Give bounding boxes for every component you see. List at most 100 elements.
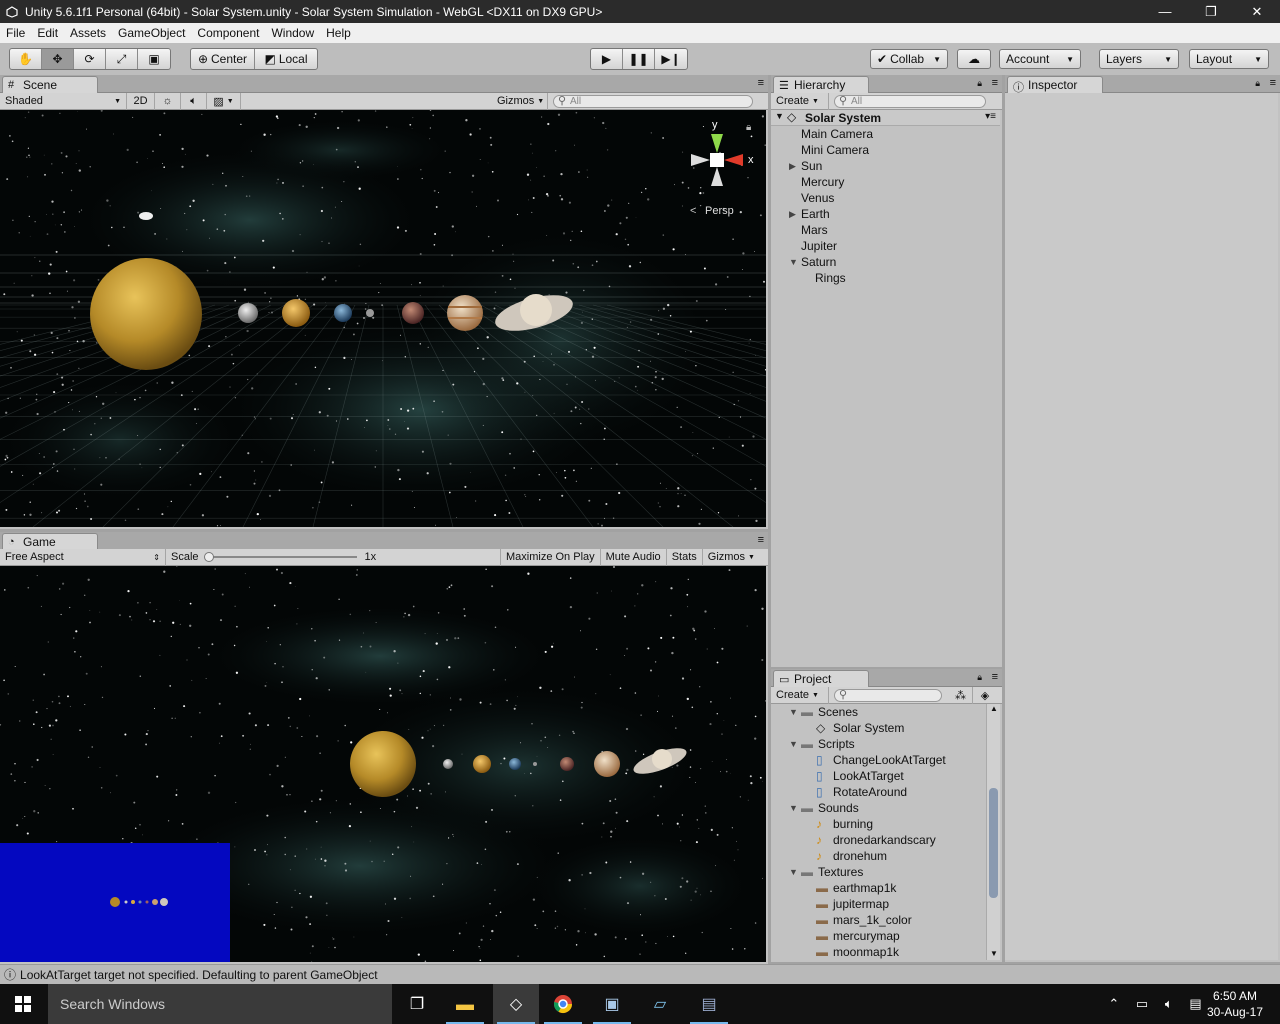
taskbar-search-box[interactable]: Search Windows bbox=[48, 984, 392, 1024]
filter-by-label-button[interactable]: ◈ bbox=[973, 687, 997, 704]
project-asset[interactable]: ▯ RotateAround bbox=[771, 784, 984, 800]
hierarchy-item[interactable]: ▶ Earth bbox=[771, 206, 1000, 222]
game-viewport[interactable] bbox=[0, 566, 766, 962]
project-asset[interactable]: ♪ dronedarkandscary bbox=[771, 832, 984, 848]
lock-icon[interactable]: 🔒︎ bbox=[746, 122, 751, 133]
step-button[interactable]: ▶❙ bbox=[655, 49, 687, 69]
move-tool-button[interactable]: ✥ bbox=[42, 49, 74, 69]
tab-game[interactable]: ◔ Game bbox=[2, 533, 98, 550]
mute-audio-toggle[interactable]: Mute Audio bbox=[601, 548, 667, 566]
hierarchy-item[interactable]: Mercury bbox=[771, 174, 1000, 190]
menu-help[interactable]: Help bbox=[320, 26, 357, 40]
project-asset[interactable]: ▬ mars_1k_color bbox=[771, 912, 984, 928]
menu-window[interactable]: Window bbox=[265, 26, 320, 40]
hierarchy-scene-header[interactable]: ▼ ◇ Solar System ▾≡ bbox=[771, 110, 1000, 126]
lighting-toggle[interactable]: ☼ bbox=[155, 92, 181, 110]
scene-options-icon[interactable]: ▾≡ bbox=[985, 111, 996, 122]
layout-dropdown[interactable]: Layout ▼ bbox=[1189, 49, 1269, 69]
pause-button[interactable]: ❚❚ bbox=[623, 49, 655, 69]
panel-menu-icon[interactable]: ≡ bbox=[758, 77, 764, 89]
hierarchy-create-dropdown[interactable]: Create ▼ bbox=[771, 92, 829, 110]
expand-triangle-icon[interactable]: ▼ bbox=[789, 736, 801, 752]
rect-tool-button[interactable]: ▣ bbox=[138, 49, 170, 69]
game-gizmos-dropdown[interactable]: Gizmos ▼ bbox=[703, 549, 760, 566]
menu-assets[interactable]: Assets bbox=[64, 26, 112, 40]
rotate-tool-button[interactable]: ⟳ bbox=[74, 49, 106, 69]
expand-triangle-icon[interactable]: ▶ bbox=[789, 206, 801, 222]
persp-label[interactable]: Persp bbox=[705, 205, 734, 217]
menu-gameobject[interactable]: GameObject bbox=[112, 26, 191, 40]
scale-slider[interactable] bbox=[203, 552, 357, 562]
tab-inspector[interactable]: ⓘ Inspector bbox=[1007, 76, 1103, 94]
aspect-dropdown[interactable]: Free Aspect ⇕ bbox=[0, 548, 166, 566]
task-view-button[interactable]: ❐ bbox=[394, 984, 440, 1024]
panel-menu-icon[interactable]: ≡ bbox=[758, 534, 764, 546]
tab-project[interactable]: ▭ Project bbox=[773, 670, 869, 687]
hierarchy-search-input[interactable]: All bbox=[834, 94, 986, 108]
filter-by-type-button[interactable]: ⁂ bbox=[949, 686, 973, 704]
project-asset[interactable]: ♪ burning bbox=[771, 816, 984, 832]
start-button[interactable] bbox=[0, 984, 46, 1024]
panel-menu-icon[interactable]: ≡ bbox=[992, 671, 998, 683]
project-folder[interactable]: ▼ ▬ Scenes bbox=[771, 704, 984, 720]
project-asset[interactable]: ▯ ChangeLookAtTarget bbox=[771, 752, 984, 768]
play-button[interactable]: ▶ bbox=[591, 49, 623, 69]
panel-menu-icon[interactable]: ≡ bbox=[1270, 77, 1276, 89]
cloud-button[interactable]: ☁ bbox=[957, 49, 991, 69]
pivot-center-button[interactable]: ⊕ Center bbox=[191, 49, 255, 69]
collab-dropdown[interactable]: ✔ Collab ▼ bbox=[870, 49, 948, 69]
project-folder[interactable]: ▼ ▬ Sounds bbox=[771, 800, 984, 816]
project-search-input[interactable] bbox=[834, 688, 942, 702]
scroll-down-icon[interactable]: ▼ bbox=[990, 949, 998, 958]
pivot-local-button[interactable]: ◩ Local bbox=[255, 49, 317, 69]
expand-triangle-icon[interactable]: ▼ bbox=[789, 800, 801, 816]
menu-edit[interactable]: Edit bbox=[31, 26, 64, 40]
scale-tool-button[interactable]: ⤢ bbox=[106, 49, 138, 69]
lock-icon[interactable]: 🔒︎ bbox=[1255, 78, 1260, 89]
clock[interactable]: 6:50 AM 30-Aug-17 bbox=[1200, 988, 1270, 1020]
expand-triangle-icon[interactable]: ▼ bbox=[789, 704, 801, 720]
hierarchy-item[interactable]: ▼ Saturn bbox=[771, 254, 1000, 270]
layers-dropdown[interactable]: Layers ▼ bbox=[1099, 49, 1179, 69]
menu-component[interactable]: Component bbox=[191, 26, 265, 40]
maximize-on-play-toggle[interactable]: Maximize On Play bbox=[500, 548, 601, 566]
project-asset[interactable]: ▬ jupitermap bbox=[771, 896, 984, 912]
chevron-up-icon[interactable]: ⌃ bbox=[1108, 996, 1119, 1012]
file-explorer-button[interactable]: ▬ bbox=[442, 984, 488, 1024]
panel-menu-icon[interactable]: ≡ bbox=[992, 77, 998, 89]
lock-icon[interactable]: 🔒︎ bbox=[977, 672, 982, 683]
unity-taskbar-button[interactable]: ◇ bbox=[493, 984, 539, 1024]
shading-dropdown[interactable]: Shaded ▼ bbox=[0, 92, 127, 110]
project-asset[interactable]: ▬ mercurymap bbox=[771, 928, 984, 944]
hierarchy-item[interactable]: Rings bbox=[771, 270, 1000, 286]
project-asset[interactable]: ▯ LookAtTarget bbox=[771, 768, 984, 784]
project-create-dropdown[interactable]: Create ▼ bbox=[771, 686, 829, 704]
scene-viewport[interactable]: y x < Persp 🔒︎ bbox=[0, 110, 766, 527]
audio-toggle[interactable]: 🔈︎ bbox=[181, 92, 207, 110]
hand-tool-button[interactable]: ✋ bbox=[10, 49, 42, 69]
project-scrollbar[interactable]: ▲ ▼ bbox=[986, 704, 1000, 960]
stats-toggle[interactable]: Stats bbox=[667, 548, 703, 566]
lock-icon[interactable]: 🔒︎ bbox=[977, 78, 982, 89]
account-dropdown[interactable]: Account ▼ bbox=[999, 49, 1081, 69]
chrome-button[interactable] bbox=[540, 984, 586, 1024]
scene-gizmos-dropdown[interactable]: Gizmos ▼ bbox=[492, 92, 548, 110]
effects-dropdown[interactable]: ▨ ▼ bbox=[207, 92, 241, 110]
project-folder[interactable]: ▼ ▬ Scripts bbox=[771, 736, 984, 752]
network-icon[interactable]: ▭ bbox=[1136, 996, 1148, 1012]
tab-hierarchy[interactable]: ☰ Hierarchy bbox=[773, 76, 869, 93]
menu-file[interactable]: File bbox=[0, 26, 31, 40]
hierarchy-item[interactable]: ▶ Sun bbox=[771, 158, 1000, 174]
expand-triangle-icon[interactable]: ▼ bbox=[789, 864, 801, 880]
hierarchy-item[interactable]: Main Camera bbox=[771, 126, 1000, 142]
scene-search-input[interactable]: All bbox=[553, 94, 753, 108]
expand-triangle-icon[interactable]: ▼ bbox=[775, 111, 784, 121]
scale-slider-thumb[interactable] bbox=[203, 552, 214, 562]
expand-triangle-icon[interactable]: ▶ bbox=[789, 158, 801, 174]
photos-button[interactable]: ▣ bbox=[589, 984, 635, 1024]
app-taskbar-button[interactable]: ▤ bbox=[686, 984, 732, 1024]
hierarchy-item[interactable]: Mars bbox=[771, 222, 1000, 238]
hierarchy-item[interactable]: Mini Camera bbox=[771, 142, 1000, 158]
project-asset[interactable]: ▬ moonmap1k bbox=[771, 944, 984, 960]
project-scrollbar-thumb[interactable] bbox=[989, 788, 998, 898]
